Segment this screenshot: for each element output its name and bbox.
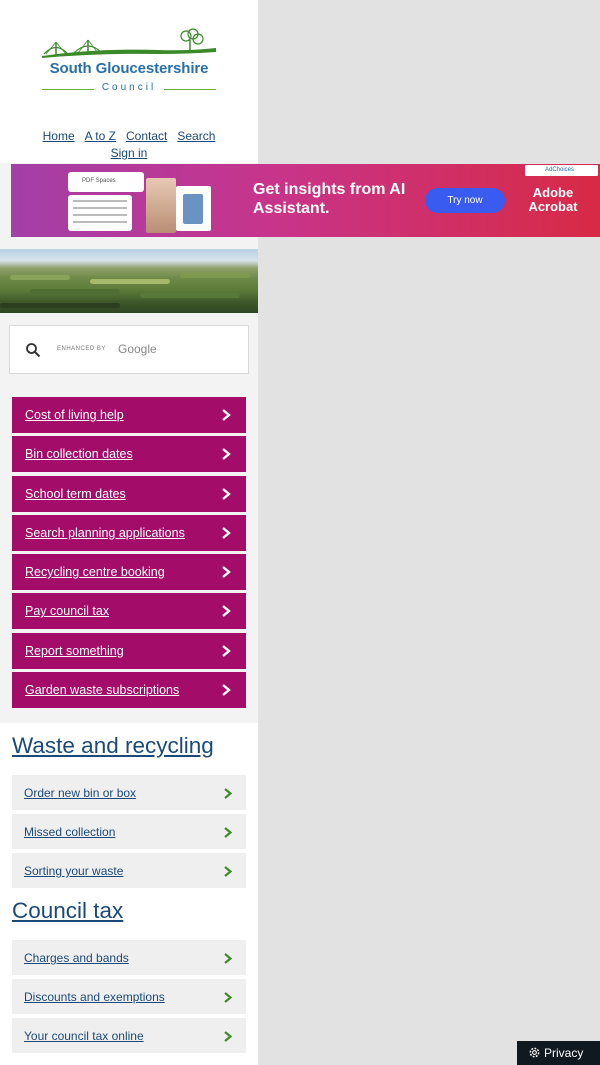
ad-card-label: PDF Spaces — [82, 178, 116, 184]
privacy-label: Privacy — [544, 1046, 584, 1060]
quick-link-label: Recycling centre booking — [25, 565, 165, 580]
chevron-right-icon — [222, 448, 231, 461]
landscape-banner — [0, 249, 258, 313]
link-missed-collection[interactable]: Missed collection — [12, 814, 246, 849]
section-title-waste[interactable]: Waste and recycling — [12, 733, 214, 759]
link-label: Sorting your waste — [24, 864, 124, 878]
logo-name: South Gloucestershire — [49, 60, 209, 77]
ad-jeans-image — [183, 194, 203, 224]
quick-link-label: Search planning applications — [25, 525, 185, 540]
waste-links: Order new bin or box Missed collection S… — [12, 775, 246, 892]
link-order-new-bin[interactable]: Order new bin or box — [12, 775, 246, 810]
quick-link-report-something[interactable]: Report something — [12, 632, 246, 669]
quick-link-label: Cost of living help — [25, 408, 124, 422]
quick-link-bin-collection[interactable]: Bin collection dates — [12, 436, 246, 473]
link-charges-bands[interactable]: Charges and bands — [12, 940, 246, 975]
chevron-right-icon — [222, 409, 231, 421]
site-header: South Gloucestershire Council Home A to Z… — [0, 0, 258, 163]
nav-contact[interactable]: Contact — [126, 129, 167, 143]
search-provider-label: Google — [118, 342, 157, 356]
chevron-right-icon — [224, 1031, 233, 1042]
quick-link-recycling-centre[interactable]: Recycling centre booking — [12, 554, 246, 591]
quick-link-label: Report something — [25, 643, 124, 658]
link-label: Order new bin or box — [24, 786, 137, 800]
council-tax-links: Charges and bands Discounts and exemptio… — [12, 940, 246, 1057]
search-enhanced-label: ENHANCED BY — [57, 346, 106, 352]
quick-link-cost-of-living[interactable]: Cost of living help — [12, 397, 246, 433]
council-logo[interactable]: South Gloucestershire Council — [38, 26, 220, 100]
chevron-right-icon — [224, 866, 233, 877]
ad-photo — [146, 178, 176, 233]
main-column: South Gloucestershire Council Home A to Z… — [0, 0, 258, 1065]
gear-icon — [529, 1047, 540, 1058]
quick-link-label: Bin collection dates — [25, 447, 133, 462]
nav-sign-in[interactable]: Sign in — [111, 146, 148, 160]
chevron-right-icon — [222, 566, 231, 579]
link-label: Your council tax online — [24, 1029, 144, 1043]
link-discounts-exemptions[interactable]: Discounts and exemptions — [12, 979, 246, 1014]
ad-preview-card — [68, 195, 132, 231]
ad-try-now-button[interactable]: Try now — [425, 188, 505, 213]
search-icon[interactable] — [25, 342, 41, 358]
ad-brand: Adobe Acrobat — [528, 185, 578, 214]
top-nav: Home A to Z Contact Search Sign in — [0, 128, 258, 162]
link-label: Missed collection — [24, 825, 116, 839]
chevron-right-icon — [222, 526, 231, 539]
link-label: Charges and bands — [24, 951, 129, 965]
site-search-box[interactable]: ENHANCED BY Google — [9, 325, 249, 374]
link-label: Discounts and exemptions — [24, 990, 165, 1004]
quick-link-planning[interactable]: Search planning applications — [12, 514, 246, 551]
quick-link-pay-council-tax[interactable]: Pay council tax — [12, 593, 246, 630]
quick-link-school-term[interactable]: School term dates — [12, 475, 246, 512]
quick-link-label: Garden waste subscriptions — [25, 683, 180, 698]
logo-divider — [164, 89, 216, 90]
chevron-right-icon — [222, 684, 231, 696]
chevron-right-icon — [224, 827, 233, 838]
chevron-right-icon — [224, 953, 233, 964]
logo-subtitle: Council — [101, 82, 157, 93]
nav-home[interactable]: Home — [43, 129, 75, 143]
nav-a-to-z[interactable]: A to Z — [85, 129, 116, 143]
section-title-council-tax[interactable]: Council tax — [12, 898, 123, 924]
page: South Gloucestershire Council Home A to Z… — [0, 0, 600, 1065]
link-sorting-waste[interactable]: Sorting your waste — [12, 853, 246, 888]
quick-link-label: School term dates — [25, 486, 126, 501]
chevron-right-icon — [224, 992, 233, 1003]
advert-banner[interactable]: PDF Spaces Get insights from AI Assistan… — [11, 164, 600, 237]
quick-links: Cost of living help Bin collection dates… — [12, 397, 246, 711]
ad-choices-badge[interactable]: AdChoices — [525, 165, 598, 176]
bridge-tree-logo-icon — [42, 28, 216, 58]
service-sections: Waste and recycling Order new bin or box… — [0, 723, 258, 1065]
chevron-right-icon — [222, 644, 231, 657]
quick-link-label: Pay council tax — [25, 604, 110, 619]
chevron-right-icon — [224, 788, 233, 799]
ad-headline: Get insights from AI Assistant. — [253, 181, 406, 217]
chevron-right-icon — [222, 605, 231, 618]
quick-link-garden-waste[interactable]: Garden waste subscriptions — [12, 672, 246, 709]
chevron-right-icon — [222, 487, 231, 500]
ad-pdf-card: PDF Spaces — [68, 172, 144, 192]
nav-search[interactable]: Search — [177, 129, 215, 143]
link-council-tax-online[interactable]: Your council tax online — [12, 1018, 246, 1053]
privacy-button[interactable]: Privacy — [517, 1041, 600, 1065]
